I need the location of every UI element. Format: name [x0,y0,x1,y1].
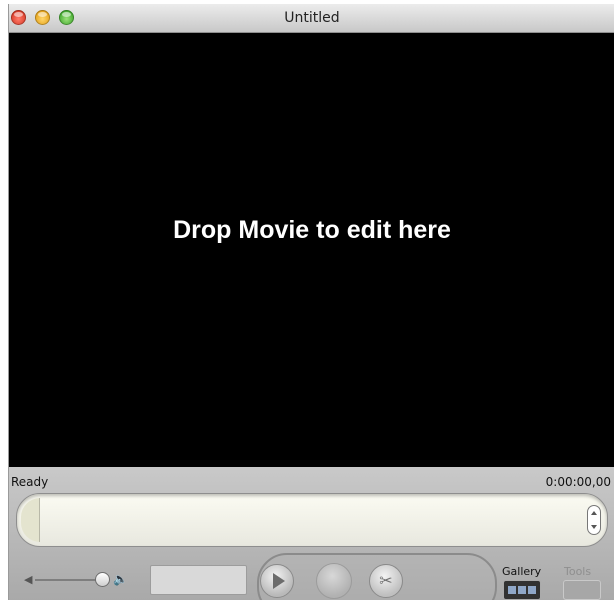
control-bar: Ready 0:00:00,00 ◀ 🔈 ✂ Gallery Tools [9,467,614,600]
scroll-arrow-knob[interactable] [587,505,601,535]
app-window: Untitled Drop Movie to edit here Ready 0… [8,4,614,600]
gallery-button[interactable] [503,580,541,600]
speaker-high-icon: 🔈 [113,572,128,586]
volume-slider-knob[interactable] [95,572,110,587]
status-text: Ready [11,475,49,489]
tools-button[interactable] [563,580,601,600]
window-title: Untitled [284,10,340,26]
timecode-display: 0:00:00,00 [545,475,611,489]
speaker-low-icon: ◀ [24,573,33,586]
drop-movie-message: Drop Movie to edit here [173,216,451,244]
title-bar: Untitled [9,4,614,33]
movie-drop-area[interactable]: Drop Movie to edit here [9,33,614,467]
scrubber-left-cap [21,498,40,542]
gallery-label: Gallery [502,565,542,578]
movie-info-display [150,565,247,595]
timeline-scrubber[interactable] [16,493,608,547]
record-button[interactable] [316,563,352,599]
tools-label: Tools [564,565,592,578]
play-button[interactable] [260,564,294,598]
scissors-icon[interactable]: ✂ [369,564,403,598]
